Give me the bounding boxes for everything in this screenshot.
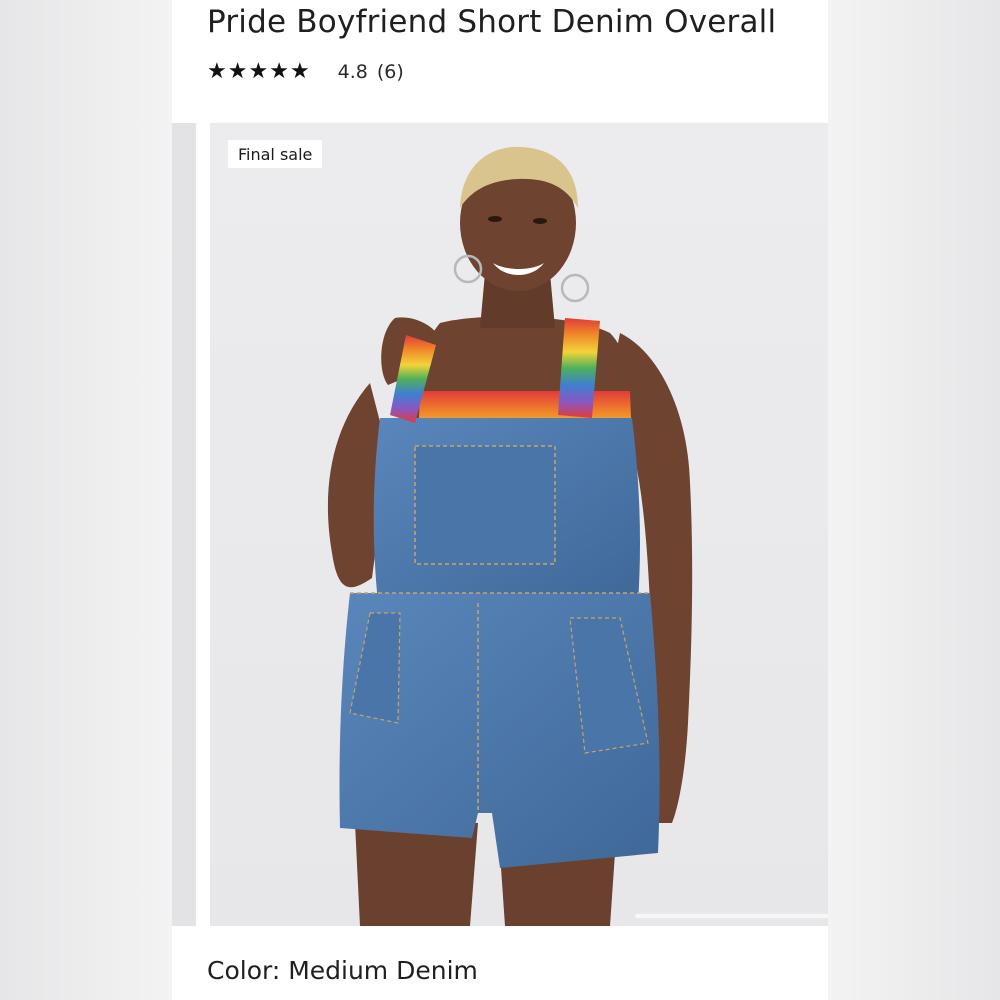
product-image[interactable]: Final sale <box>210 123 828 926</box>
gallery-scrollbar[interactable] <box>635 914 828 918</box>
star-icon: ★ <box>269 59 289 84</box>
star-rating: ★ ★ ★ ★ ★ <box>207 61 310 83</box>
background-blur-left <box>0 0 172 1000</box>
image-gallery[interactable]: Final sale <box>172 123 828 926</box>
rating-value: 4.8 <box>337 61 368 83</box>
product-title: Pride Boyfriend Short Denim Overall <box>207 4 777 40</box>
gallery-divider <box>196 123 210 926</box>
previous-image-slice[interactable] <box>172 123 196 926</box>
star-icon: ★ <box>207 59 227 84</box>
rating-row[interactable]: ★ ★ ★ ★ ★ 4.8 (6) <box>207 58 404 86</box>
review-count-link[interactable]: (6) <box>377 61 404 83</box>
model-illustration <box>327 146 693 926</box>
product-card: Pride Boyfriend Short Denim Overall ★ ★ … <box>172 0 828 1000</box>
star-icon: ★ <box>227 59 248 84</box>
final-sale-badge: Final sale <box>228 140 323 168</box>
color-label: Color: Medium Denim <box>207 956 478 985</box>
star-icon: ★ <box>248 59 269 84</box>
background-blur-right <box>828 0 1000 1000</box>
star-icon: ★ <box>289 59 310 84</box>
